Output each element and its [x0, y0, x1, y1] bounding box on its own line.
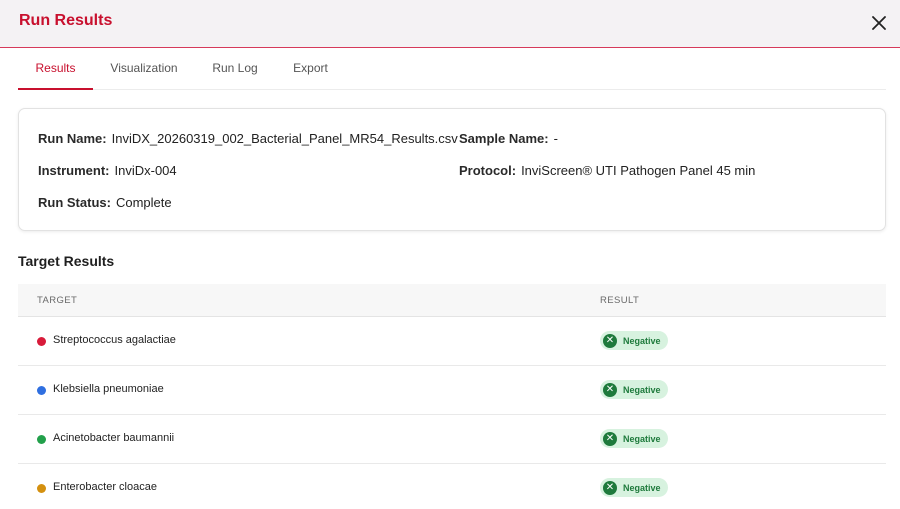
- tab-export[interactable]: Export: [283, 48, 338, 90]
- table-row: Enterobacter cloacae ✕ Negative: [18, 464, 886, 509]
- result-badge: ✕ Negative: [600, 478, 668, 497]
- table-row: Acinetobacter baumannii ✕ Negative: [18, 415, 886, 464]
- column-header-result: RESULT: [600, 295, 640, 306]
- tab-run-log[interactable]: Run Log: [204, 48, 266, 90]
- instrument-label: Instrument:: [38, 163, 110, 178]
- column-header-target: TARGET: [37, 295, 78, 306]
- result-text: Negative: [623, 433, 661, 444]
- tab-bar: Results Visualization Run Log Export: [18, 48, 886, 90]
- protocol-field: Protocol: InviScreen® UTI Pathogen Panel …: [459, 163, 755, 178]
- x-circle-icon: ✕: [603, 480, 617, 495]
- protocol-value: InviScreen® UTI Pathogen Panel 45 min: [521, 163, 756, 178]
- protocol-label: Protocol:: [459, 163, 517, 178]
- run-info-card: Run Name: InviDX_20260319_002_Bacterial_P…: [18, 108, 886, 231]
- run-name-field: Run Name: InviDX_20260319_002_Bacterial_P…: [38, 131, 458, 146]
- table-header: TARGET RESULT: [18, 284, 886, 317]
- target-color-dot: [37, 484, 46, 493]
- run-status-label: Run Status:: [38, 195, 111, 210]
- sample-name-field: Sample Name: -: [459, 131, 558, 146]
- table-row: Klebsiella pneumoniae ✕ Negative: [18, 366, 886, 415]
- target-color-dot: [37, 386, 46, 395]
- close-button[interactable]: [868, 12, 890, 34]
- target-name: Klebsiella pneumoniae: [53, 383, 164, 395]
- table-row: Streptococcus agalactiae ✕ Negative: [18, 317, 886, 366]
- run-name-value: InviDX_20260319_002_Bacterial_Panel_MR54…: [111, 131, 458, 146]
- target-name: Enterobacter cloacae: [53, 481, 157, 493]
- tab-visualization[interactable]: Visualization: [103, 48, 185, 90]
- result-badge: ✕ Negative: [600, 380, 668, 399]
- dialog-header: Run Results: [0, 0, 900, 48]
- run-status-value: Complete: [115, 195, 172, 210]
- target-name: Streptococcus agalactiae: [53, 334, 176, 346]
- tab-results[interactable]: Results: [18, 48, 93, 90]
- sample-name-label: Sample Name:: [459, 131, 549, 146]
- target-color-dot: [37, 435, 46, 444]
- x-circle-icon: ✕: [603, 431, 617, 446]
- target-name: Acinetobacter baumannii: [53, 432, 175, 444]
- result-text: Negative: [623, 335, 661, 346]
- result-text: Negative: [623, 384, 661, 395]
- run-status-field: Run Status: Complete: [38, 195, 172, 210]
- run-name-label: Run Name:: [38, 131, 107, 146]
- x-circle-icon: ✕: [603, 382, 617, 397]
- instrument-field: Instrument: InviDx-004: [38, 163, 177, 178]
- close-icon: [872, 16, 886, 30]
- target-color-dot: [37, 337, 46, 346]
- target-results-table: TARGET RESULT Streptococcus agalactiae ✕…: [18, 284, 886, 509]
- sample-name-value: -: [553, 131, 558, 146]
- dialog-title: Run Results: [19, 12, 113, 29]
- result-text: Negative: [623, 482, 661, 493]
- target-results-title: Target Results: [18, 253, 115, 269]
- result-badge: ✕ Negative: [600, 331, 668, 350]
- result-badge: ✕ Negative: [600, 429, 668, 448]
- instrument-value: InviDx-004: [114, 163, 177, 178]
- x-circle-icon: ✕: [603, 333, 617, 348]
